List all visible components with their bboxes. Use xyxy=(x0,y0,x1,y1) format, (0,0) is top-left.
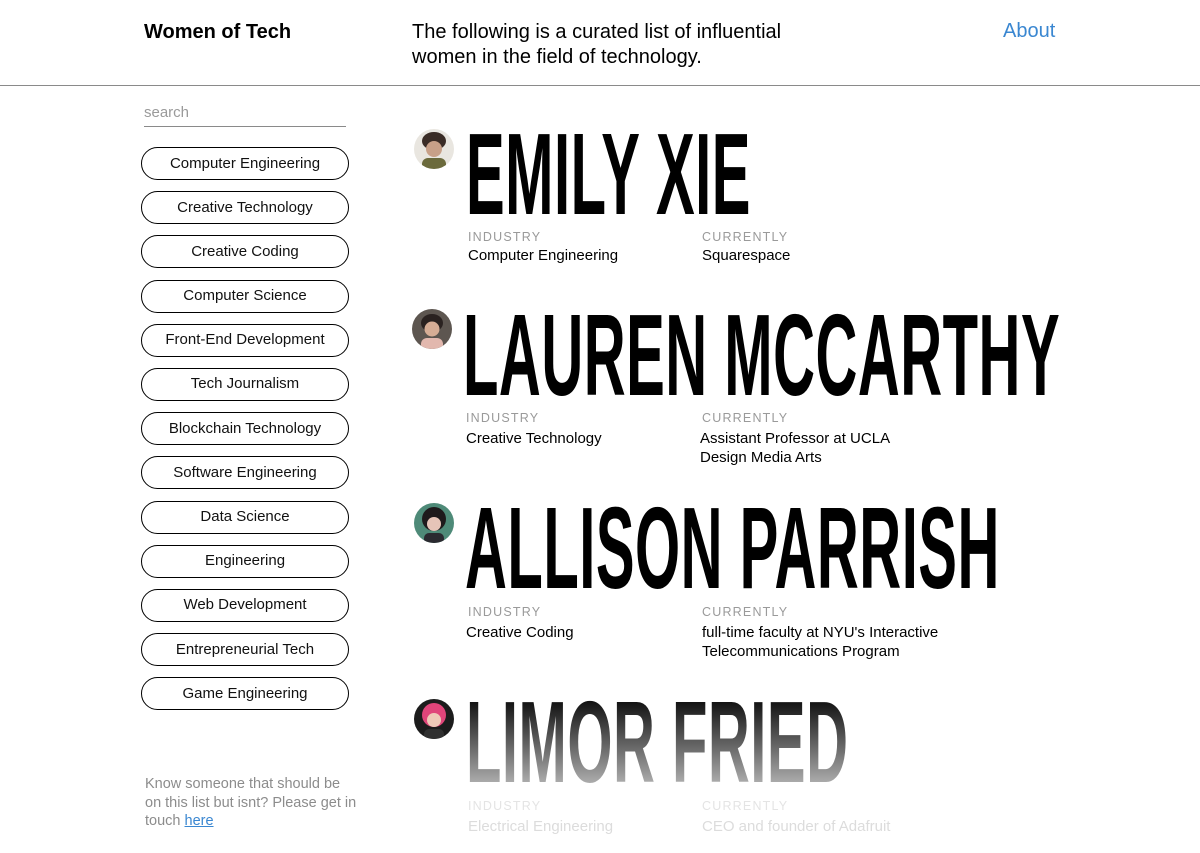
avatar[interactable] xyxy=(412,309,452,349)
currently-label: CURRENTLY xyxy=(702,605,789,619)
industry-value: Computer Engineering xyxy=(468,247,619,264)
footnote-text: Know someone that should be on this list… xyxy=(145,776,357,829)
filter-computer-engineering[interactable]: Computer Engineering xyxy=(141,147,349,180)
site-header: Women of Tech The following is a curated… xyxy=(0,0,1200,86)
filter-game-engineering[interactable]: Game Engineering xyxy=(141,677,349,711)
currently-label: CURRENTLY xyxy=(702,411,789,425)
about-link[interactable]: About xyxy=(1003,20,1055,43)
filter-data-science[interactable]: Data Science xyxy=(141,500,349,534)
filter-web-development[interactable]: Web Development xyxy=(141,588,349,622)
industry-label: INDUSTRY xyxy=(466,411,540,425)
industry-value: Creative Coding xyxy=(466,624,574,641)
avatar[interactable] xyxy=(414,129,454,169)
industry-label: INDUSTRY xyxy=(468,799,542,813)
industry-value: Creative Technology xyxy=(466,430,602,447)
currently-value: CEO and founder of Adafruit xyxy=(702,818,891,835)
industry-value: Electrical Engineering xyxy=(468,818,614,835)
filter-front-end-development[interactable]: Front-End Development xyxy=(141,323,349,357)
person-name[interactable]: LIMOR FRIED xyxy=(466,684,848,800)
currently-value: Assistant Professor at UCLA Design Media… xyxy=(700,430,890,466)
site-title[interactable]: Women of Tech xyxy=(144,21,291,44)
search-input[interactable] xyxy=(144,98,346,127)
industry-label: INDUSTRY xyxy=(468,230,542,244)
person-name[interactable]: ALLISON PARRISH xyxy=(465,490,1000,606)
industry-label: INDUSTRY xyxy=(468,605,542,619)
person-name[interactable]: LAUREN MCCARTHY xyxy=(463,297,1060,413)
filter-creative-technology[interactable]: Creative Technology xyxy=(141,191,349,225)
filter-creative-coding[interactable]: Creative Coding xyxy=(141,235,349,269)
contact-link[interactable]: here xyxy=(185,813,214,829)
filter-entrepreneurial-tech[interactable]: Entrepreneurial Tech xyxy=(141,633,349,667)
currently-value: full-time faculty at NYU's Interactive T… xyxy=(702,624,939,660)
currently-label: CURRENTLY xyxy=(702,230,789,244)
avatar[interactable] xyxy=(414,699,454,739)
submission-footnote: Know someone that should be on this list… xyxy=(145,775,360,831)
currently-value: Squarespace xyxy=(702,247,791,264)
filter-tech-journalism[interactable]: Tech Journalism xyxy=(141,367,349,401)
currently-label: CURRENTLY xyxy=(702,799,789,813)
filter-computer-science[interactable]: Computer Science xyxy=(141,279,349,313)
filter-software-engineering[interactable]: Software Engineering xyxy=(141,456,349,490)
person-name[interactable]: EMILY XIE xyxy=(466,116,751,232)
filter-engineering[interactable]: Engineering xyxy=(141,544,349,578)
avatar[interactable] xyxy=(414,503,454,543)
filter-blockchain-technology[interactable]: Blockchain Technology xyxy=(141,412,349,446)
site-tagline: The following is a curated list of influ… xyxy=(412,21,782,68)
industry-filter-list: Computer Engineering Creative Technology… xyxy=(141,147,349,721)
